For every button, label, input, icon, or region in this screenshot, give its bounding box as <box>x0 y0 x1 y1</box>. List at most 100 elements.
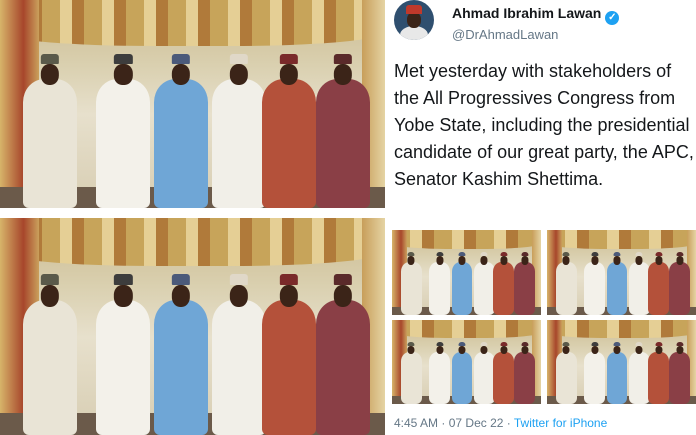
person-robe <box>451 351 473 404</box>
person-robe <box>648 351 670 404</box>
person-head <box>40 285 60 307</box>
person-robe <box>400 351 422 404</box>
person-robe <box>514 351 536 404</box>
verified-badge-icon: ✓ <box>605 11 620 25</box>
person-figure <box>555 341 577 404</box>
person-head <box>613 256 621 265</box>
person-head <box>279 64 298 86</box>
person-cap <box>655 341 663 347</box>
person-robe <box>493 262 515 315</box>
person-figure <box>606 252 628 315</box>
tweet-photo-2[interactable] <box>547 230 696 315</box>
person-robe <box>23 79 77 208</box>
person-cap <box>436 341 444 347</box>
tweet-photo-4[interactable] <box>547 320 696 404</box>
person-cap <box>521 252 529 257</box>
person-figure <box>400 252 422 315</box>
person-figure <box>473 341 495 404</box>
person-robe <box>584 351 606 404</box>
person-cap <box>676 252 684 257</box>
person-head <box>114 64 133 86</box>
avatar[interactable] <box>394 0 434 40</box>
tweet-photo-3[interactable] <box>392 320 541 404</box>
meta-separator: · <box>506 416 511 430</box>
person-robe <box>400 262 422 315</box>
person-figure <box>261 274 316 435</box>
person-head <box>279 285 298 307</box>
person-figure <box>669 341 691 404</box>
person-robe <box>429 262 451 315</box>
person-head <box>521 256 529 265</box>
person-figure <box>451 341 473 404</box>
person-cap <box>171 54 191 65</box>
person-figure <box>628 341 650 404</box>
person-robe <box>555 351 577 404</box>
person-robe <box>23 300 77 435</box>
person-robe <box>628 351 650 404</box>
tweet-time[interactable]: 4:45 AM <box>394 416 438 430</box>
person-robe <box>648 262 670 315</box>
person-head <box>635 256 643 265</box>
person-robe <box>211 79 266 208</box>
person-robe <box>606 262 628 315</box>
tweet-source[interactable]: Twitter for iPhone <box>514 416 607 430</box>
person-figure <box>429 341 451 404</box>
curtain-valance <box>392 230 541 249</box>
person-head <box>333 64 352 86</box>
person-head <box>333 285 352 307</box>
curtain-valance <box>547 230 696 249</box>
person-robe <box>315 79 370 208</box>
person-robe <box>514 262 536 315</box>
group-photo-bottom[interactable] <box>0 218 385 435</box>
person-figure <box>96 274 151 435</box>
person-cap <box>40 274 60 286</box>
tweet-photo-1[interactable] <box>392 230 541 315</box>
person-cap <box>480 341 488 347</box>
person-figure <box>669 252 691 315</box>
person-figure <box>555 252 577 315</box>
user-handle[interactable]: @DrAhmadLawan <box>452 27 558 42</box>
tweet-date[interactable]: 07 Dec 22 <box>449 416 504 430</box>
person-head <box>436 256 444 265</box>
person-head <box>676 256 684 265</box>
person-robe <box>154 79 208 208</box>
person-robe <box>669 262 691 315</box>
person-cap <box>458 252 466 257</box>
person-figure <box>154 274 208 435</box>
person-cap <box>591 341 599 347</box>
meta-separator: · <box>441 416 446 430</box>
person-robe <box>451 262 473 315</box>
person-figure <box>315 54 370 208</box>
avatar-face <box>407 12 421 28</box>
display-name[interactable]: Ahmad Ibrahim Lawan ✓ <box>452 5 620 25</box>
person-cap <box>500 252 508 257</box>
person-robe <box>628 262 650 315</box>
person-head <box>229 64 248 86</box>
person-robe <box>261 79 316 208</box>
person-robe <box>473 351 495 404</box>
person-figure <box>211 274 266 435</box>
tweet-media-grid <box>392 230 696 404</box>
curtain-valance <box>392 320 541 339</box>
person-cap <box>591 252 599 257</box>
person-robe <box>555 262 577 315</box>
person-head <box>500 256 508 265</box>
person-cap <box>480 252 488 257</box>
person-head <box>591 256 599 265</box>
person-head <box>171 285 191 307</box>
tweet-card: Ahmad Ibrahim Lawan ✓ @DrAhmadLawan Met y… <box>385 0 696 435</box>
person-figure <box>514 252 536 315</box>
person-cap <box>229 274 248 286</box>
person-head <box>40 64 60 86</box>
person-head <box>407 256 415 265</box>
person-cap <box>333 54 352 65</box>
person-figure <box>584 252 606 315</box>
person-robe <box>473 262 495 315</box>
person-figure <box>261 54 316 208</box>
person-cap <box>333 274 352 286</box>
person-figure <box>211 54 266 208</box>
group-photo-top[interactable] <box>0 0 385 208</box>
person-robe <box>96 300 151 435</box>
person-figure <box>154 54 208 208</box>
person-cap <box>521 341 529 347</box>
